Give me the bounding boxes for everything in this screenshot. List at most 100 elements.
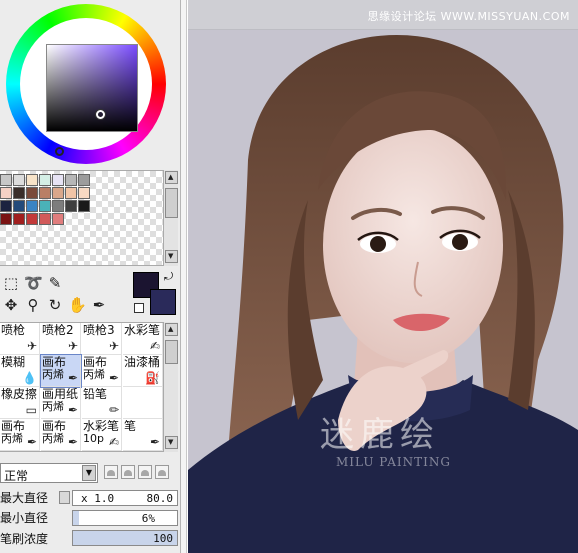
color-swatch[interactable] (0, 213, 12, 225)
airbrush-icon: ✈ (26, 339, 37, 353)
blur-icon: 💧 (22, 371, 37, 385)
canvas-area[interactable]: 迷鹿绘 MILU PAINTING (188, 0, 578, 553)
min-size-slider[interactable]: 6% (72, 510, 178, 526)
color-swatch[interactable] (39, 187, 51, 199)
scroll-up-button[interactable]: ▲ (165, 171, 178, 184)
brush-slot[interactable]: 画布 丙烯 ✒ (82, 355, 122, 387)
color-swatch[interactable] (52, 213, 64, 225)
background-color[interactable] (150, 289, 176, 315)
max-size-label: 最大直径 (0, 491, 49, 505)
brush-slot[interactable]: 画用纸 丙烯 ✒ (41, 387, 81, 419)
swatch-scrollbar[interactable]: ▲ ▼ (163, 170, 178, 266)
color-swatch[interactable] (65, 187, 77, 199)
airbrush-icon: ✈ (108, 339, 119, 353)
color-swatch[interactable] (13, 174, 25, 186)
brush-slot[interactable]: 橡皮擦 ▭ (0, 387, 40, 419)
color-swatch[interactable] (39, 174, 51, 186)
brush-label: 画布 (42, 420, 67, 432)
color-swatch[interactable] (52, 174, 64, 186)
brush-label: 画用纸 (42, 388, 79, 400)
color-swatch[interactable] (78, 174, 90, 186)
brush-shape-button[interactable] (138, 465, 152, 479)
color-swatch[interactable] (13, 200, 25, 212)
panel-divider[interactable] (181, 0, 187, 553)
brush-slot[interactable]: 喷枪2 ✈ (41, 323, 81, 355)
color-swatch[interactable] (39, 213, 51, 225)
brush-label: 画布 (1, 420, 26, 432)
brush-shape-button[interactable] (155, 465, 169, 479)
lasso-icon[interactable]: ➰ (24, 274, 43, 292)
color-swatch[interactable] (26, 187, 38, 199)
brush-label: 喷枪3 (83, 324, 115, 336)
color-swatch[interactable] (0, 174, 12, 186)
brush-slot[interactable]: 油漆桶 ⛽ (123, 355, 163, 387)
saturation-value-square[interactable] (46, 44, 138, 132)
brush-slot[interactable]: 画布 丙烯 ✒ (41, 419, 81, 451)
reset-colors-icon[interactable] (134, 303, 144, 313)
scroll-down-button[interactable]: ▼ (165, 436, 178, 449)
color-swatch[interactable] (39, 200, 51, 212)
color-wheel[interactable] (6, 4, 166, 164)
color-swatch[interactable] (0, 200, 12, 212)
airbrush-icon: ✈ (67, 339, 78, 353)
brush-slot[interactable]: 画布 丙烯 ✒ (40, 354, 82, 388)
chevron-down-icon[interactable]: ▼ (82, 465, 96, 481)
color-swatch[interactable] (0, 187, 12, 199)
brush-sublabel: 丙烯 (42, 432, 64, 445)
swap-colors-icon[interactable]: ⤾ (164, 270, 173, 284)
color-swatch[interactable] (52, 200, 64, 212)
blend-mode-value: 正常 (4, 469, 29, 483)
bucket-icon: ⛽ (145, 371, 160, 385)
scroll-thumb[interactable] (165, 340, 178, 364)
color-swatch[interactable] (78, 200, 90, 212)
color-swatch[interactable] (13, 187, 25, 199)
brush-scrollbar[interactable]: ▲ ▼ (163, 322, 178, 452)
brush-label: 橡皮擦 (1, 388, 38, 400)
brush-slot[interactable] (123, 387, 163, 419)
color-swatch[interactable] (78, 187, 90, 199)
swatch-palette[interactable] (0, 170, 163, 266)
hand-icon[interactable]: ✋ (68, 296, 87, 314)
max-size-multiplier: x 1.0 (81, 492, 115, 505)
brush-slot[interactable]: 画布 丙烯 ✒ (0, 419, 40, 451)
scroll-down-button[interactable]: ▼ (165, 250, 178, 263)
magic-wand-icon[interactable]: ✎ (46, 274, 64, 292)
color-swatch[interactable] (13, 213, 25, 225)
color-swatch[interactable] (65, 200, 77, 212)
brush-slot[interactable]: 水彩笔 10p ✍ (82, 419, 122, 451)
brush-shape-button[interactable] (121, 465, 135, 479)
size-preset-button[interactable] (59, 491, 70, 504)
brush-slot[interactable]: 喷枪 ✈ (0, 323, 40, 355)
color-swatch[interactable] (65, 174, 77, 186)
eyedropper-icon[interactable]: ✒ (90, 296, 108, 314)
rect-select-icon[interactable]: ⬚ (2, 274, 20, 292)
color-swatch[interactable] (26, 200, 38, 212)
brush-label: 笔 (124, 420, 137, 432)
blend-mode-select[interactable]: 正常 ▼ (0, 463, 98, 483)
density-label: 笔刷浓度 (0, 532, 49, 546)
canvas-logo-title: 迷鹿绘 (320, 415, 440, 455)
density-slider[interactable]: 100 (72, 530, 178, 546)
color-swatch[interactable] (26, 213, 38, 225)
brush-label: 喷枪2 (42, 324, 74, 336)
color-swatch[interactable] (26, 174, 38, 186)
brush-slot[interactable]: 喷枪3 ✈ (82, 323, 122, 355)
up-arrow-icon: ▲ (168, 325, 174, 333)
brush-shape-button[interactable] (104, 465, 118, 479)
brush-label: 画布 (42, 356, 67, 368)
move-icon[interactable]: ✥ (2, 296, 20, 314)
canvas-logo-subtitle: MILU PAINTING (336, 455, 451, 469)
sv-marker[interactable] (96, 110, 105, 119)
rotate-icon[interactable]: ↻ (46, 296, 64, 314)
brush-slot[interactable]: 模糊 💧 (0, 355, 40, 387)
brush-slot[interactable]: 铅笔 ✏ (82, 387, 122, 419)
scroll-up-button[interactable]: ▲ (165, 323, 178, 336)
hue-marker[interactable] (55, 147, 64, 156)
scroll-thumb[interactable] (165, 188, 178, 218)
zoom-icon[interactable]: ⚲ (24, 296, 42, 314)
brush-slot[interactable]: 水彩笔 ✍ (123, 323, 163, 355)
brush-slot[interactable]: 笔 ✒ (123, 419, 163, 451)
max-size-slider[interactable]: x 1.0 80.0 (72, 490, 178, 506)
watercolor-icon: ✍ (108, 435, 119, 449)
color-swatch[interactable] (52, 187, 64, 199)
